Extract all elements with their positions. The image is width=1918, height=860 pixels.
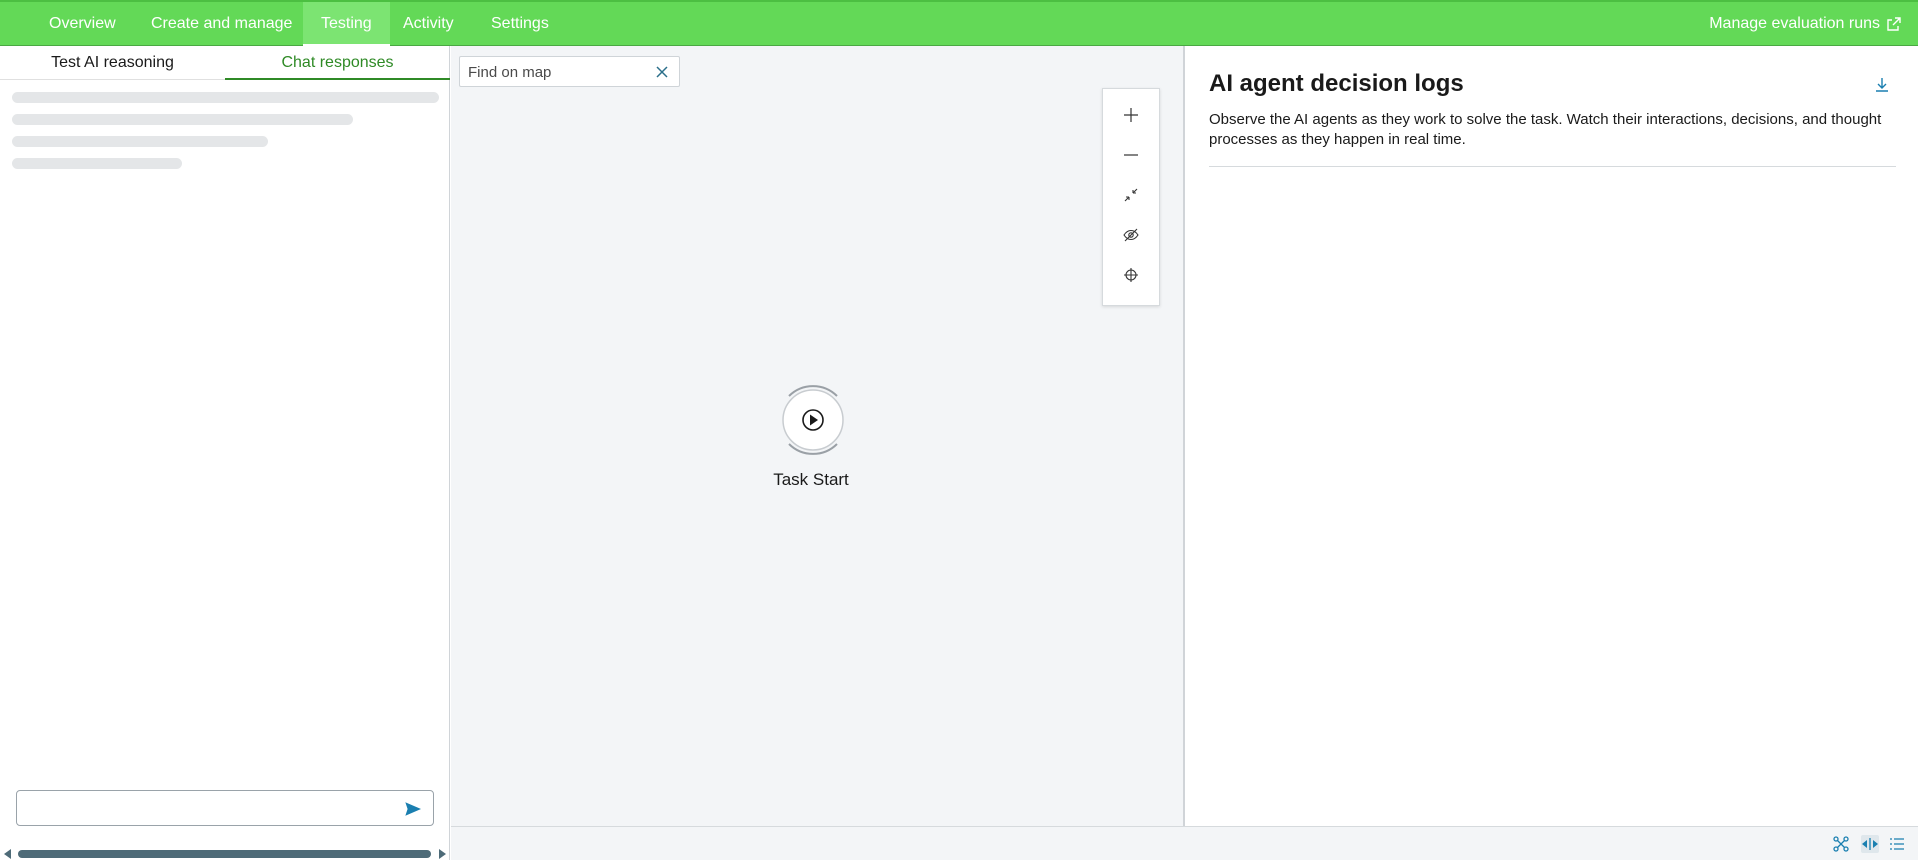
tab-overview[interactable]: Overview [31,2,134,46]
task-start-node[interactable] [775,382,851,458]
tab-activity[interactable]: Activity [385,2,472,46]
tab-test-ai-reasoning[interactable]: Test AI reasoning [0,46,225,80]
tab-settings[interactable]: Settings [473,2,567,46]
clear-search-icon[interactable] [655,65,669,79]
find-on-map-search [459,56,680,87]
scrollbar-thumb[interactable] [18,850,431,858]
loading-skeleton-line [12,92,439,103]
horizontal-scrollbar[interactable] [0,846,450,860]
chat-input-box [16,790,434,826]
manage-evaluation-runs-label: Manage evaluation runs [1709,15,1880,32]
download-icon[interactable] [1873,76,1891,94]
left-panel: Test AI reasoning Chat responses [0,46,450,860]
scroll-left-arrow-icon[interactable] [4,849,11,859]
chat-input[interactable] [25,797,395,821]
decision-logs-description: Observe the AI agents as they work to so… [1209,111,1882,148]
graph-view-icon[interactable] [1832,835,1850,853]
zoom-in-button[interactable] [1103,95,1159,135]
find-on-map-input[interactable] [468,62,648,82]
manage-evaluation-runs-link[interactable]: Manage evaluation runs [1709,2,1902,46]
split-view-icon[interactable] [1861,835,1879,853]
loading-skeleton-line [12,158,182,169]
fit-view-button[interactable] [1103,175,1159,215]
tab-chat-responses[interactable]: Chat responses [225,46,450,80]
external-link-icon [1887,17,1901,31]
hide-button[interactable] [1103,215,1159,255]
loading-skeleton-line [12,114,353,125]
decision-logs-title: AI agent decision logs [1209,70,1464,97]
list-view-icon[interactable] [1888,835,1906,853]
zoom-out-icon [1124,154,1138,156]
top-navigation-bar: Overview Create and manage Testing Activ… [0,0,1918,46]
zoom-out-button[interactable] [1103,135,1159,175]
zoom-in-icon [1124,108,1138,122]
center-icon [1124,268,1138,282]
tab-create-and-manage[interactable]: Create and manage [133,2,310,46]
hide-icon [1123,228,1139,242]
bottom-status-bar [451,826,1918,860]
center-button[interactable] [1103,255,1159,295]
left-panel-tabs: Test AI reasoning Chat responses [0,46,450,80]
fit-view-icon [1124,188,1138,202]
tab-testing[interactable]: Testing [303,2,390,46]
map-canvas[interactable]: Task Start [451,46,1184,826]
decision-logs-panel: AI agent decision logs Observe the AI ag… [1185,46,1918,826]
task-start-label: Task Start [773,470,849,489]
divider [1209,166,1896,167]
loading-skeleton-line [12,136,268,147]
map-controls [1102,88,1160,306]
send-icon[interactable] [405,801,421,817]
scroll-right-arrow-icon[interactable] [439,849,446,859]
